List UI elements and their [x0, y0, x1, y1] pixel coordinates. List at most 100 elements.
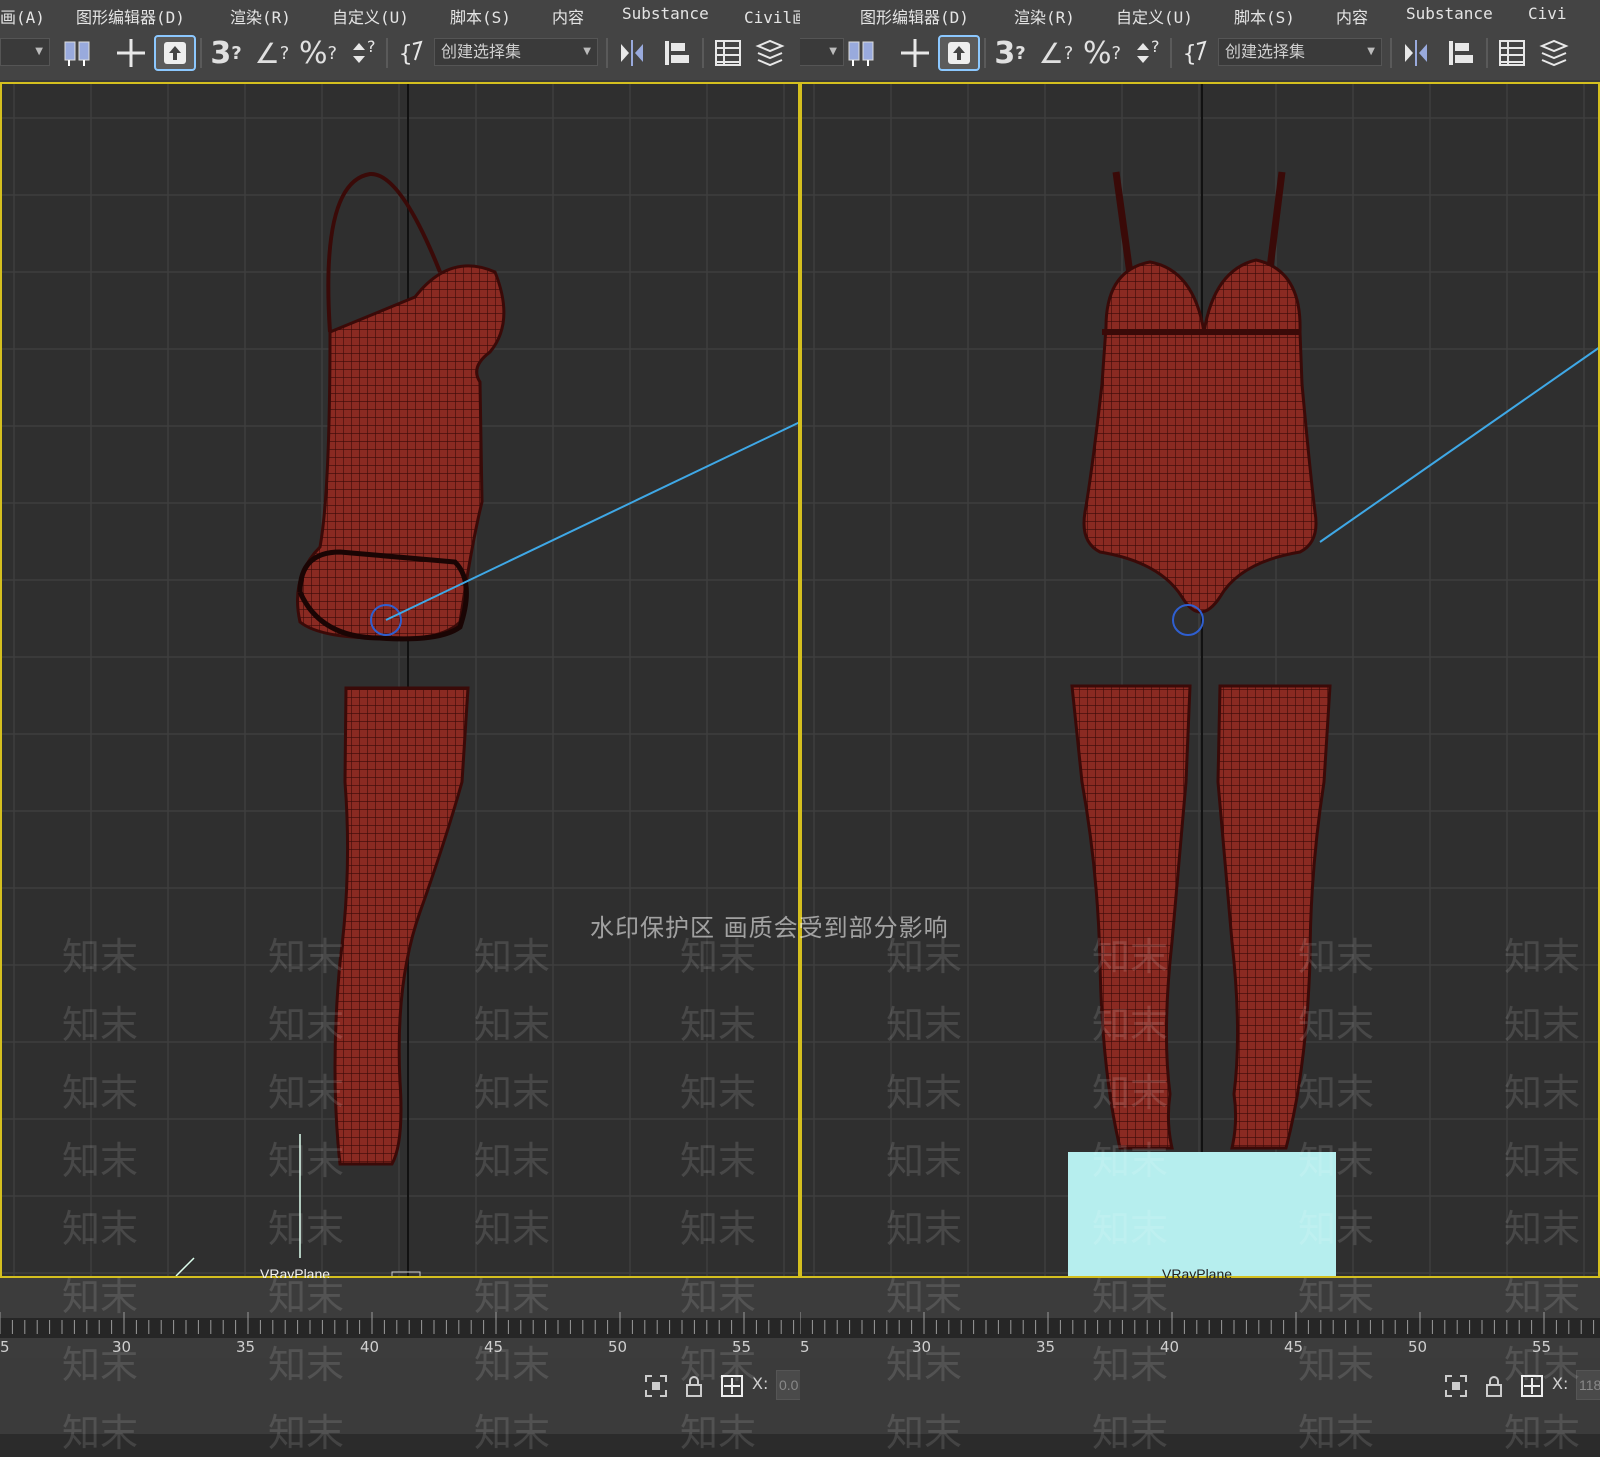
menu-item-substance[interactable]: Substance	[1406, 4, 1493, 23]
select-object-button[interactable]	[938, 35, 980, 71]
layer-explorer-button[interactable]	[1536, 35, 1572, 71]
reference-coordinate-dropdown[interactable]: ▼	[0, 38, 50, 66]
isolate-selection-icon[interactable]	[644, 1374, 668, 1402]
menu-item-rendering[interactable]: 渲染(R)	[1014, 4, 1075, 28]
menu-item-rendering[interactable]: 渲染(R)	[230, 4, 291, 28]
angle-snap-icon: ∠	[1038, 36, 1064, 70]
percent-snap-toggle[interactable]: %?	[298, 35, 338, 71]
lock-selection-icon[interactable]	[1484, 1374, 1504, 1402]
lock-icon	[686, 1376, 702, 1397]
named-selection-dropdown[interactable]: 创建选择集 ▼	[434, 38, 598, 66]
spinner-snap-toggle[interactable]: ?	[1126, 35, 1166, 71]
tick-label: 45	[484, 1338, 504, 1356]
align-button[interactable]	[656, 35, 696, 71]
question-icon: ?	[1063, 42, 1074, 64]
svg-text:?: ?	[367, 38, 376, 56]
angle-snap-toggle[interactable]: ∠?	[1036, 35, 1076, 71]
cursor-icon	[948, 42, 970, 64]
move-icon	[117, 39, 145, 67]
x-coordinate-field[interactable]	[776, 1370, 800, 1400]
viewport-left[interactable]	[0, 82, 800, 1278]
snap-3d-icon: 3	[994, 35, 1016, 71]
snap-3d-toggle[interactable]: 3?	[206, 35, 246, 71]
isolate-selection-icon[interactable]	[1444, 1374, 1468, 1402]
snap-3d-toggle[interactable]: 3?	[990, 35, 1030, 71]
stocking-right-mesh	[1216, 684, 1332, 1150]
menu-item-customize[interactable]: 自定义(U)	[332, 4, 409, 28]
reference-coordinate-dropdown[interactable]: ▼	[800, 38, 844, 66]
transform-mode-icon	[721, 1375, 743, 1397]
menu-item-graph-editors[interactable]: 图形编辑器(D)	[76, 4, 185, 28]
menu-item-substance[interactable]: Substance	[622, 4, 709, 23]
align-button[interactable]	[1440, 35, 1480, 71]
toolbar-separator	[200, 38, 202, 68]
menu-item-content[interactable]: 内容	[552, 4, 584, 28]
select-object-button[interactable]	[154, 35, 196, 71]
named-selection-placeholder: 创建选择集	[441, 42, 522, 61]
x-coordinate-field[interactable]	[1576, 1370, 1600, 1400]
align-icon	[665, 41, 689, 65]
menu-bar: 画(A) 图形编辑器(D) 渲染(R) 自定义(U) 脚本(S) 内容 Subs…	[0, 0, 800, 29]
watermark-notice: 水印保护区 画质会受到部分影响	[590, 914, 949, 942]
tick-label: 35	[1036, 1338, 1056, 1356]
menu-item-scripting[interactable]: 脚本(S)	[1234, 4, 1295, 28]
link-icon	[64, 41, 90, 66]
menu-item-graph-editors[interactable]: 图形编辑器(D)	[860, 4, 969, 28]
spinner-snap-toggle[interactable]: ?	[342, 35, 382, 71]
svg-text:?: ?	[1151, 38, 1160, 56]
question-icon: ?	[327, 42, 338, 64]
select-link-button[interactable]	[58, 35, 98, 71]
menu-item-scripting[interactable]: 脚本(S)	[450, 4, 511, 28]
tick-label: 35	[236, 1338, 256, 1356]
menu-item-content[interactable]: 内容	[1336, 4, 1368, 28]
toolbar-separator	[1170, 38, 1172, 68]
scene-explorer-button[interactable]	[710, 35, 746, 71]
x-coordinate-label: X:	[1552, 1374, 1569, 1393]
spinner-snap-icon: ?	[1137, 38, 1160, 63]
question-icon: ?	[231, 42, 242, 64]
toolbar-separator	[984, 38, 986, 68]
isolate-icon	[1445, 1375, 1467, 1397]
mirror-icon	[621, 40, 643, 66]
timeline-ruler[interactable]: 5 30 35 40 45 50 55	[800, 1278, 1600, 1358]
named-selection-icon: {	[1183, 40, 1207, 67]
absolute-mode-icon[interactable]	[1520, 1374, 1544, 1402]
timeline-ruler[interactable]: 5 30 35 40 45 50 55	[0, 1278, 800, 1358]
layer-explorer-button[interactable]	[752, 35, 788, 71]
bodysuit-mesh	[1082, 258, 1318, 614]
tick-label: 5	[0, 1338, 10, 1356]
question-icon: ?	[279, 42, 290, 64]
tick-label: 30	[112, 1338, 132, 1356]
menu-item-civil[interactable]: Civi	[1528, 4, 1567, 23]
svg-text:{: {	[399, 42, 412, 67]
named-selection-dropdown[interactable]: 创建选择集 ▼	[1218, 38, 1382, 66]
select-link-button[interactable]	[842, 35, 882, 71]
status-bar: X:	[800, 1358, 1600, 1434]
tick-label: 40	[360, 1338, 380, 1356]
move-icon	[901, 39, 929, 67]
absolute-mode-icon[interactable]	[720, 1374, 744, 1402]
question-icon: ?	[1111, 42, 1122, 64]
select-move-button[interactable]	[896, 35, 934, 71]
mirror-button[interactable]	[614, 35, 650, 71]
menu-item-animation[interactable]: 画(A)	[0, 4, 45, 28]
edit-named-selection-button[interactable]: {	[1178, 35, 1214, 71]
mirror-button[interactable]	[1398, 35, 1434, 71]
tick-label: 50	[608, 1338, 628, 1356]
main-toolbar: ▼ 3? ∠? %? ? { 创建选择集 ▼	[800, 28, 1600, 82]
viewport-left-canvas[interactable]	[0, 82, 800, 1278]
left-viewport-pane: 画(A) 图形编辑器(D) 渲染(R) 自定义(U) 脚本(S) 内容 Subs…	[0, 0, 800, 1434]
scene-explorer-button[interactable]	[1494, 35, 1530, 71]
percent-snap-toggle[interactable]: %?	[1082, 35, 1122, 71]
edit-named-selection-button[interactable]: {	[394, 35, 430, 71]
select-move-button[interactable]	[112, 35, 150, 71]
viewport-right[interactable]	[800, 82, 1600, 1278]
cursor-icon	[164, 42, 186, 64]
link-icon	[848, 41, 874, 66]
tick-label: 30	[912, 1338, 932, 1356]
lock-selection-icon[interactable]	[684, 1374, 704, 1402]
viewport-right-canvas[interactable]	[800, 82, 1600, 1278]
angle-snap-toggle[interactable]: ∠?	[252, 35, 292, 71]
menu-item-civil[interactable]: Civil画(A)	[744, 4, 800, 28]
menu-item-customize[interactable]: 自定义(U)	[1116, 4, 1193, 28]
